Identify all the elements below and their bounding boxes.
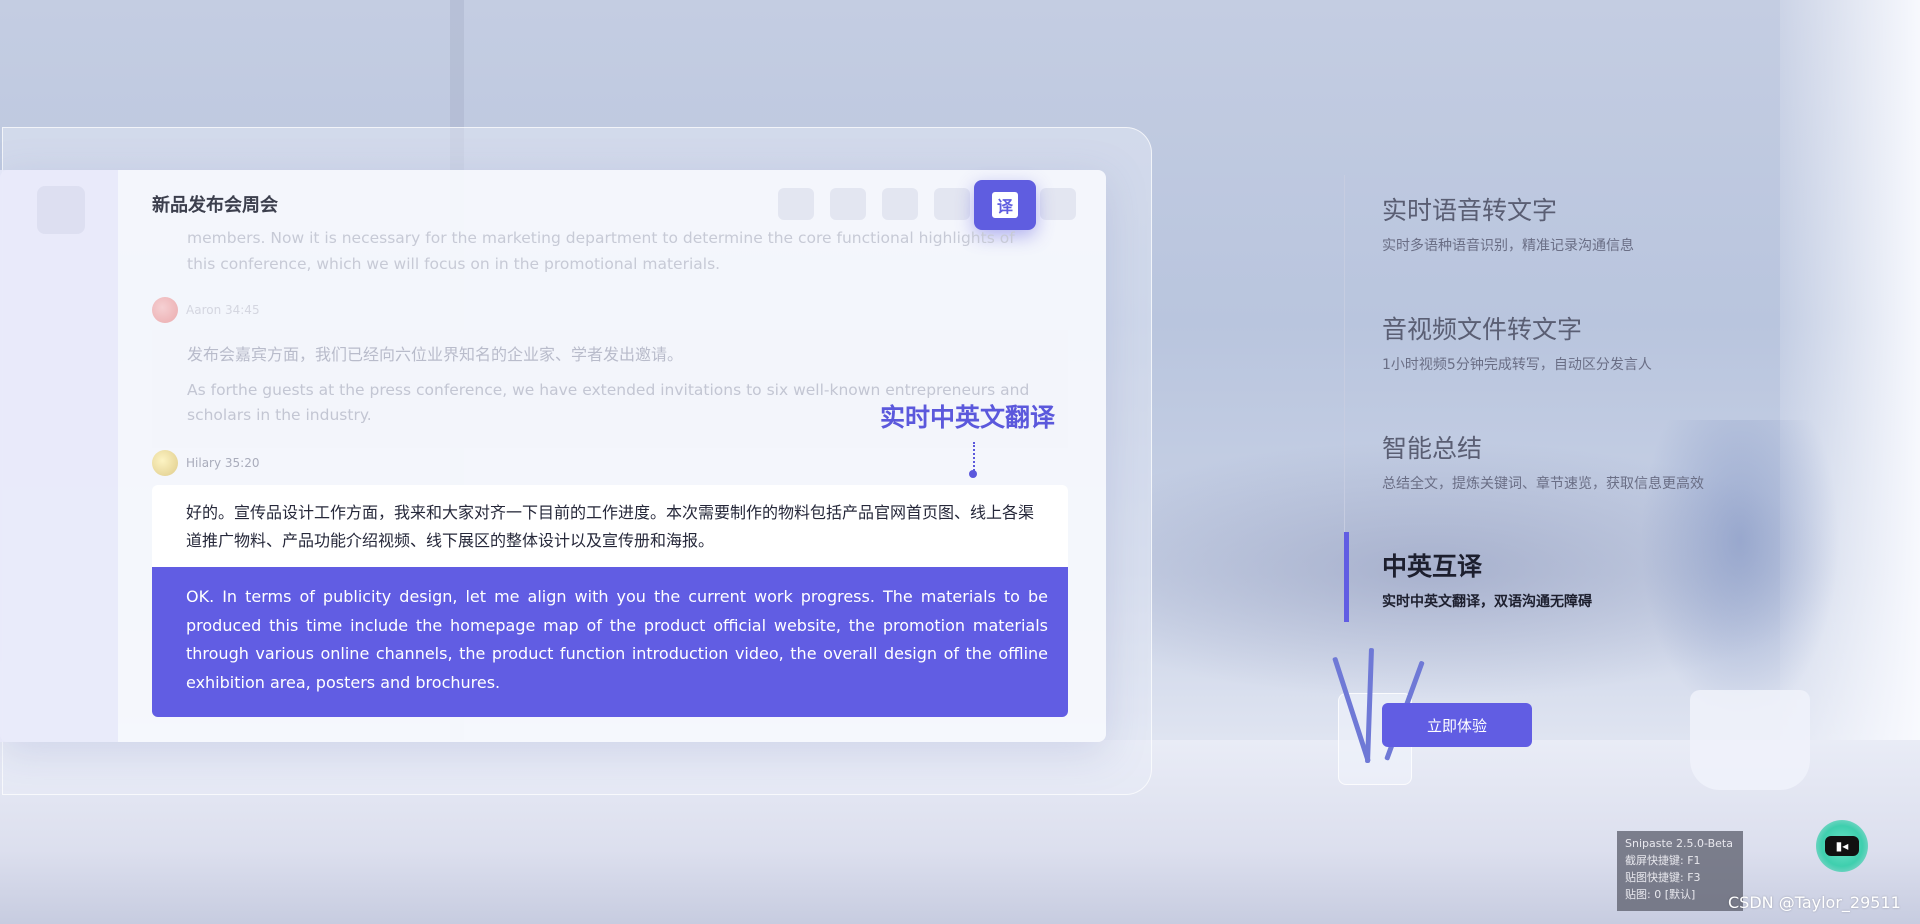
feature-item-translation[interactable]: 中英互译 实时中英文翻译，双语沟通无障碍: [1382, 547, 1592, 611]
feature-item-smart-summary[interactable]: 智能总结 总结全文，提炼关键词、章节速览，获取信息更高效: [1382, 429, 1704, 493]
faded-message-english-top: members. Now it is necessary for the mar…: [187, 229, 1015, 273]
message-2-english-card: OK. In terms of publicity design, let me…: [152, 567, 1068, 717]
message-2-chinese: 好的。宣传品设计工作方面，我来和大家对齐一下目前的工作进度。本次需要制作的物料包…: [186, 503, 1035, 550]
message-1-chinese: 发布会嘉宾方面，我们已经向六位业界知名的企业家、学者发出邀请。: [187, 345, 684, 364]
snipaste-shortcut-capture: 截屏快捷键: F1: [1625, 854, 1701, 867]
toolbar-button-1[interactable]: [778, 188, 814, 220]
app-title: 新品发布会周会: [152, 195, 278, 216]
toolbar-button-3[interactable]: [882, 188, 918, 220]
assistant-icon: ▮◂: [1825, 836, 1859, 856]
feature-item-speech-to-text[interactable]: 实时语音转文字 实时多语种语音识别，精准记录沟通信息: [1382, 191, 1634, 255]
watermark: CSDN @Taylor_29511: [1728, 893, 1901, 912]
feature-active-indicator: [1344, 532, 1349, 622]
feature-title: 实时语音转文字: [1382, 196, 1558, 225]
snipaste-paste-count: 贴图: 0 [默认]: [1625, 888, 1696, 901]
feature-title: 音视频文件转文字: [1382, 315, 1583, 344]
app-sidebar: [0, 170, 118, 742]
toolbar-button-2[interactable]: [830, 188, 866, 220]
feature-title: 智能总结: [1382, 434, 1483, 463]
sidebar-logo[interactable]: [37, 186, 85, 234]
try-now-button[interactable]: 立即体验: [1382, 703, 1532, 747]
speaker-label: Hilary 35:20: [186, 456, 260, 470]
message-2-english: OK. In terms of publicity design, let me…: [186, 587, 1048, 692]
background-pot: [1690, 690, 1810, 790]
avatar: [152, 297, 178, 323]
message-2-chinese-card: 好的。宣传品设计工作方面，我来和大家对齐一下目前的工作进度。本次需要制作的物料包…: [152, 485, 1068, 567]
feature-desc: 总结全文，提炼关键词、章节速览，获取信息更高效: [1382, 476, 1704, 492]
snipaste-shortcut-paste: 贴图快捷键: F3: [1625, 871, 1701, 884]
speaker-hilary: Hilary 35:20: [152, 450, 259, 476]
avatar: [152, 450, 178, 476]
toolbar-button-5[interactable]: [1040, 188, 1076, 220]
translate-icon: 译: [992, 192, 1018, 218]
snipaste-tooltip: Snipaste 2.5.0-Beta 截屏快捷键: F1 贴图快捷键: F3 …: [1617, 831, 1743, 911]
translate-button[interactable]: 译: [974, 180, 1036, 230]
feature-item-file-to-text[interactable]: 音视频文件转文字 1小时视频5分钟完成转写，自动区分发言人: [1382, 310, 1652, 374]
speaker-label: Aaron 34:45: [186, 303, 260, 317]
callout-dot: [969, 470, 977, 478]
translation-callout-label: 实时中英文翻译: [880, 403, 1056, 432]
app-window: 新品发布会周会 译 members. Now it is necessary f…: [0, 170, 1106, 742]
speaker-aaron: Aaron 34:45: [152, 297, 260, 323]
floating-assistant-badge[interactable]: ▮◂: [1816, 820, 1868, 872]
toolbar-button-4[interactable]: [934, 188, 970, 220]
feature-desc: 实时中英文翻译，双语沟通无障碍: [1382, 594, 1592, 610]
snipaste-version: Snipaste 2.5.0-Beta: [1625, 837, 1733, 850]
feature-title: 中英互译: [1382, 552, 1483, 581]
feature-desc: 实时多语种语音识别，精准记录沟通信息: [1382, 238, 1634, 254]
feature-desc: 1小时视频5分钟完成转写，自动区分发言人: [1382, 357, 1652, 373]
